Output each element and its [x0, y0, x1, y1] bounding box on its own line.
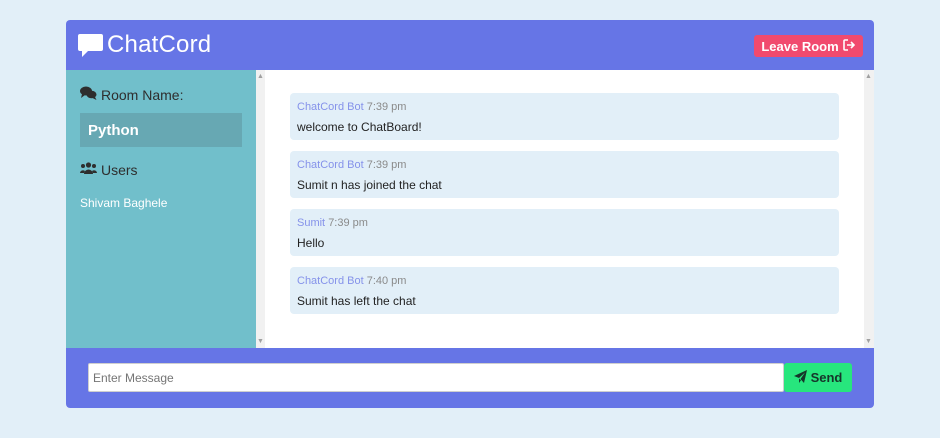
leave-room-label: Leave Room	[761, 38, 839, 54]
message-time: 7:40 pm	[366, 275, 407, 287]
message-text: Sumit has left the chat	[297, 294, 416, 308]
scroll-down-arrow-right[interactable]: ▼	[864, 338, 873, 345]
scroll-up-arrow-right[interactable]: ▲	[864, 73, 873, 80]
chat-bubble-icon	[78, 33, 103, 58]
scroll-down-arrow-left[interactable]: ▼	[256, 338, 265, 345]
comments-icon	[80, 86, 101, 103]
message-user: Sumit	[297, 217, 326, 229]
message-user: ChatCord Bot	[297, 101, 364, 113]
room-heading-label: Room Name:	[101, 86, 184, 103]
chat-messages[interactable]: ▲ ▼ ChatCord Bot 7:39 pm welcome to Chat…	[256, 70, 874, 348]
message-meta: ChatCord Bot 7:39 pm	[297, 159, 406, 171]
room-name: Python	[80, 113, 242, 147]
message-composer: Send	[66, 348, 874, 408]
message-text: Sumit n has joined the chat	[297, 178, 442, 192]
message: ChatCord Bot 7:39 pm welcome to ChatBoar…	[290, 93, 839, 140]
header: ChatCord Leave Room	[66, 20, 874, 70]
sidebar: Room Name: Python Users Shivam Baghele	[66, 70, 256, 348]
message: Sumit 7:39 pm Hello	[290, 209, 839, 256]
send-label: Send	[810, 370, 843, 385]
scroll-up-arrow-left[interactable]: ▲	[256, 73, 265, 80]
users-heading-label: Users	[101, 162, 138, 178]
message-user: ChatCord Bot	[297, 159, 364, 171]
message-meta: ChatCord Bot 7:40 pm	[297, 275, 406, 287]
users-icon	[80, 162, 101, 178]
message-text: Hello	[297, 236, 325, 250]
app-title: ChatCord	[107, 31, 212, 58]
message: ChatCord Bot 7:40 pm Sumit has left the …	[290, 267, 839, 314]
users-heading: Users	[80, 162, 138, 178]
message-meta: Sumit 7:39 pm	[297, 217, 368, 229]
chat-app: ChatCord Leave Room Room Name: Python Us…	[66, 20, 874, 408]
message-time: 7:39 pm	[366, 101, 407, 113]
scrollbar-right[interactable]: ▲ ▼	[864, 70, 874, 348]
message-user: ChatCord Bot	[297, 275, 364, 287]
room-heading: Room Name:	[80, 86, 183, 103]
message: ChatCord Bot 7:39 pm Sumit n has joined …	[290, 151, 839, 198]
message-time: 7:39 pm	[328, 217, 368, 229]
message-time: 7:39 pm	[366, 159, 407, 171]
sign-out-icon	[839, 38, 856, 54]
paper-plane-icon	[793, 369, 811, 386]
message-meta: ChatCord Bot 7:39 pm	[297, 101, 406, 113]
leave-room-button[interactable]: Leave Room	[754, 35, 863, 57]
message-text: welcome to ChatBoard!	[297, 120, 422, 134]
message-input[interactable]	[88, 363, 784, 392]
send-button[interactable]: Send	[784, 363, 852, 392]
user-list-item: Shivam Baghele	[80, 196, 168, 210]
scrollbar-left[interactable]: ▲ ▼	[256, 70, 265, 348]
logo: ChatCord	[78, 31, 212, 58]
